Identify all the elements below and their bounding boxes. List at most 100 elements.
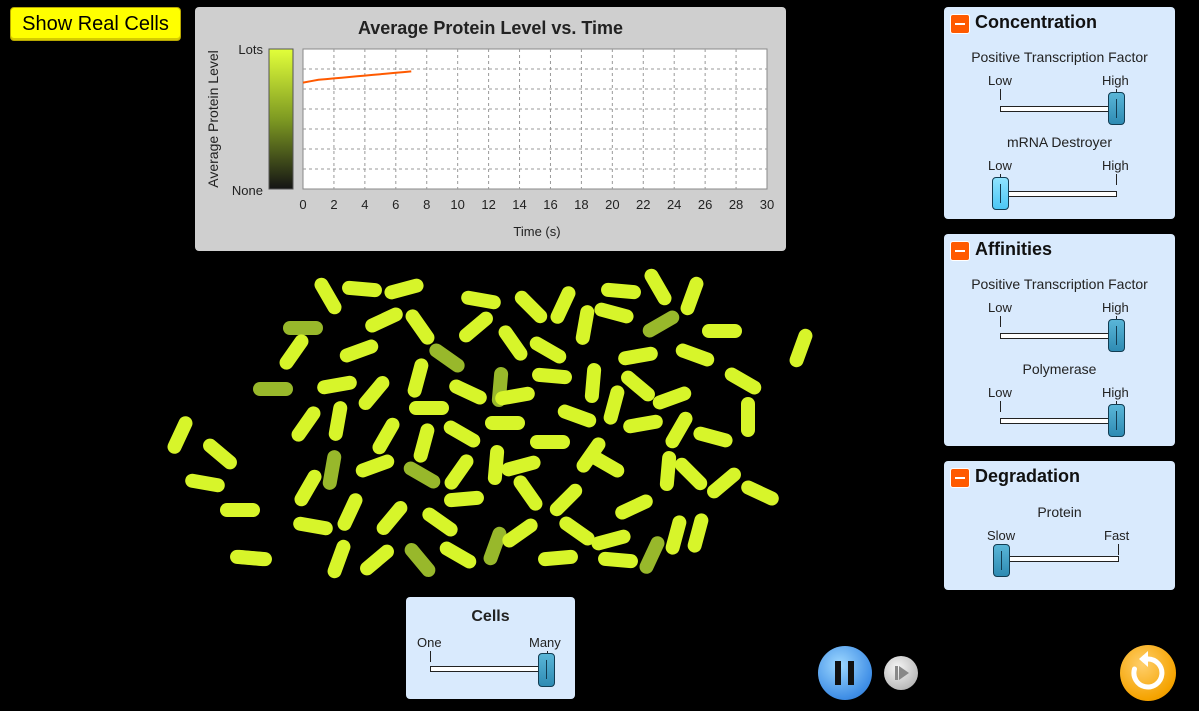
cell	[789, 328, 813, 368]
cell	[665, 411, 693, 449]
slider-thumb[interactable]	[1108, 92, 1125, 125]
reset-button[interactable]	[1120, 645, 1176, 701]
slider-thumb[interactable]	[992, 177, 1009, 210]
slider-max-label: High	[1102, 73, 1129, 88]
cells-title: Cells	[471, 608, 510, 625]
positive-tf-affinity-label: Positive Transcription Factor	[971, 276, 1148, 292]
cell	[659, 451, 677, 491]
cell	[639, 536, 665, 574]
cell	[291, 406, 321, 442]
step-forward-button[interactable]	[884, 656, 918, 690]
concentration-panel: Concentration Positive Transcription Fac…	[944, 7, 1175, 219]
cell	[642, 310, 680, 338]
cell	[724, 367, 762, 395]
cell	[680, 276, 704, 316]
cell	[413, 423, 435, 463]
cell	[623, 414, 663, 434]
concentration-title: Concentration	[975, 12, 1098, 32]
cell	[444, 490, 484, 508]
cells-panel: Cells One Many	[406, 597, 575, 699]
cells-area	[167, 268, 813, 579]
cell	[459, 311, 493, 343]
cell	[485, 416, 525, 430]
cell	[550, 286, 576, 324]
cell	[253, 382, 293, 396]
slider-min-label: Slow	[987, 528, 1016, 543]
cell	[575, 305, 595, 345]
cell	[407, 358, 429, 398]
protein-degradation-slider[interactable]: Slow Fast	[944, 526, 1175, 586]
positive-tf-affinity-slider[interactable]: Low High	[944, 298, 1175, 362]
cell	[294, 469, 322, 507]
cell	[598, 551, 638, 569]
cell	[621, 370, 655, 402]
cell	[283, 321, 323, 335]
degradation-collapse-button[interactable]	[950, 468, 970, 488]
cell	[449, 379, 487, 405]
cell	[665, 515, 687, 555]
mrna-destroyer-slider[interactable]: Low High	[944, 156, 1175, 220]
slider-min-label: Low	[988, 73, 1012, 88]
slider-max-label: High	[1102, 300, 1129, 315]
pause-button[interactable]	[818, 646, 872, 700]
cell	[404, 543, 436, 577]
affinities-collapse-button[interactable]	[950, 241, 970, 261]
cell	[405, 309, 435, 345]
slider-thumb[interactable]	[993, 544, 1010, 577]
slider-min-tick	[1000, 401, 1001, 412]
cell	[403, 461, 441, 489]
cell	[538, 549, 578, 567]
reset-icon	[1131, 651, 1165, 690]
cell	[185, 473, 225, 493]
slider-min-tick	[430, 651, 431, 662]
slider-min-label: One	[417, 635, 442, 650]
cell	[409, 401, 449, 415]
cell	[601, 282, 641, 300]
slider-max-label: Fast	[1104, 528, 1130, 543]
cell	[675, 343, 715, 367]
cell	[644, 268, 672, 306]
cell	[530, 435, 570, 449]
cell	[513, 475, 543, 511]
slider-min-label: Low	[988, 158, 1012, 173]
cell	[360, 544, 394, 576]
affinities-panel: Affinities Positive Transcription Factor…	[944, 234, 1175, 446]
slider-thumb[interactable]	[1108, 404, 1125, 437]
affinities-title: Affinities	[975, 239, 1053, 259]
cell	[279, 334, 309, 370]
slider-track	[430, 666, 547, 672]
polymerase-affinity-label: Polymerase	[1022, 361, 1097, 377]
cell	[603, 385, 625, 425]
cell	[422, 507, 458, 537]
slider-thumb[interactable]	[538, 653, 555, 687]
cell	[203, 438, 237, 470]
cell	[557, 404, 597, 428]
cell	[687, 513, 709, 553]
cell-count-slider[interactable]: One Many	[406, 633, 575, 693]
cell	[487, 445, 505, 485]
slider-max-label: Many	[529, 635, 561, 650]
mrna-destroyer-label: mRNA Destroyer	[1006, 134, 1113, 150]
cell	[337, 493, 363, 531]
slider-track	[1000, 333, 1117, 339]
polymerase-affinity-slider[interactable]: Low High	[944, 383, 1175, 447]
cell	[314, 277, 342, 315]
protein-degradation-label: Protein	[1037, 504, 1082, 520]
cell	[365, 307, 403, 333]
cell	[342, 280, 382, 298]
cell	[461, 290, 501, 310]
positive-tf-concentration-slider[interactable]: Low High	[944, 71, 1175, 135]
cell	[559, 516, 595, 546]
slider-thumb[interactable]	[1108, 319, 1125, 352]
slider-min-label: Low	[988, 300, 1012, 315]
cell	[439, 541, 477, 569]
slider-max-tick	[1116, 174, 1117, 185]
slider-max-tick	[1118, 544, 1119, 555]
cell	[358, 376, 390, 410]
cell	[327, 539, 351, 579]
degradation-title: Degradation	[975, 466, 1081, 486]
cell	[483, 526, 507, 566]
cell	[741, 397, 755, 437]
cell	[501, 455, 541, 477]
concentration-collapse-button[interactable]	[950, 14, 970, 34]
